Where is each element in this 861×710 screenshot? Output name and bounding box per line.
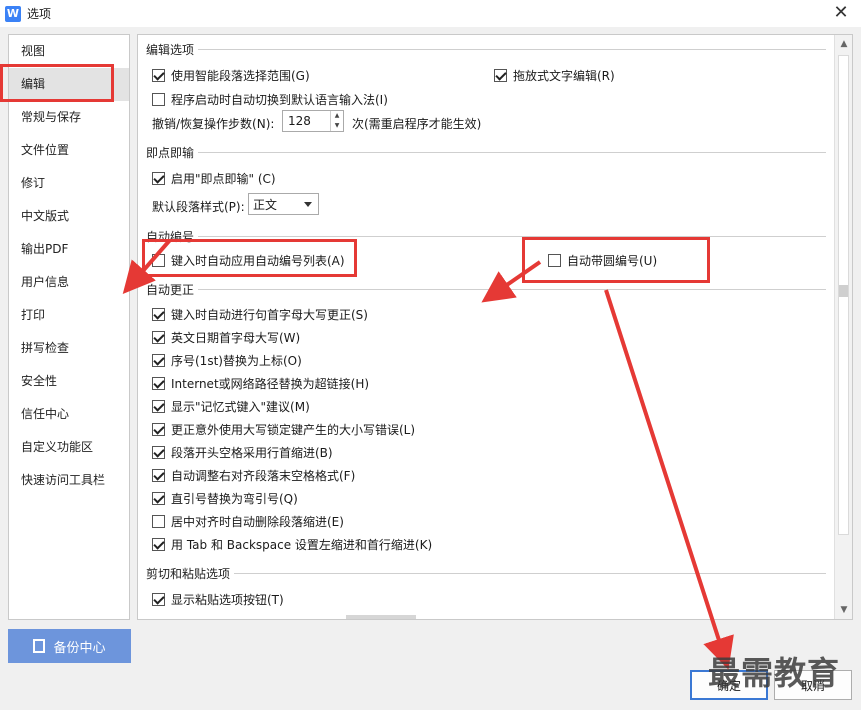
checkbox-box[interactable] — [152, 331, 165, 344]
section-edit-options: 编辑选项 — [146, 41, 826, 58]
scroll-thumb[interactable] — [839, 285, 848, 297]
section-title: 即点即输 — [146, 146, 195, 160]
undo-steps-label: 撤销/恢复操作步数(N): — [152, 117, 275, 131]
drag-edit-checkbox[interactable]: 拖放式文字编辑(R) — [494, 67, 615, 84]
section-title: 剪切和粘贴选项 — [146, 567, 231, 581]
sidebar-item-security[interactable]: 安全性 — [9, 365, 129, 398]
title-bar: W 选项 ✕ — [0, 0, 861, 27]
autocorrect-item[interactable]: 自动调整右对齐段落末空格格式(F) — [152, 467, 355, 484]
smart-select-checkbox[interactable]: 使用智能段落选择范围(G) — [152, 67, 310, 84]
checkbox-label: 显示粘贴选项按钮(T) — [171, 593, 284, 607]
sidebar-item-spellcheck[interactable]: 拼写检查 — [9, 332, 129, 365]
backup-center-button[interactable]: 备份中心 — [8, 629, 131, 663]
watermark: 最需教育 — [708, 654, 841, 692]
section-click-type: 即点即输 — [146, 144, 826, 161]
sidebar-item-trust-center[interactable]: 信任中心 — [9, 398, 129, 431]
sidebar-item-quick-access[interactable]: 快速访问工具栏 — [9, 464, 129, 497]
sidebar-item-file-location[interactable]: 文件位置 — [9, 134, 129, 167]
undo-steps-value[interactable]: 128 — [283, 111, 330, 131]
backup-icon — [33, 639, 46, 653]
section-title: 编辑选项 — [146, 43, 195, 57]
autocorrect-item[interactable]: 序号(1st)替换为上标(O) — [152, 352, 302, 369]
sidebar-item-export-pdf[interactable]: 输出PDF — [9, 233, 129, 266]
section-autocorrect: 自动更正 — [146, 281, 826, 298]
checkbox-box[interactable] — [152, 515, 165, 528]
default-style-value: 正文 — [253, 197, 278, 212]
sidebar-item-revision[interactable]: 修订 — [9, 167, 129, 200]
checkbox-box[interactable] — [152, 593, 165, 606]
checkbox-box[interactable] — [152, 172, 165, 185]
sidebar-item-user-info[interactable]: 用户信息 — [9, 266, 129, 299]
undo-steps-suffix: 次(需重启程序才能生效) — [352, 117, 482, 131]
checkbox-label: Internet或网络路径替换为超链接(H) — [171, 377, 370, 391]
stepper-down-icon[interactable]: ▼ — [331, 121, 343, 131]
checkbox-box[interactable] — [152, 469, 165, 482]
checkbox-label: 自动调整右对齐段落末空格格式(F) — [171, 469, 356, 483]
sidebar-item-print[interactable]: 打印 — [9, 299, 129, 332]
chevron-down-icon — [304, 201, 312, 207]
window-title: 选项 — [27, 7, 52, 21]
autocorrect-item[interactable]: 显示"记忆式键入"建议(M) — [152, 398, 310, 415]
annotation-box-sidebar — [0, 64, 114, 102]
wps-app-icon: W — [5, 5, 21, 22]
show-paste-button-checkbox[interactable]: 显示粘贴选项按钮(T) — [152, 591, 284, 608]
auto-ime-checkbox[interactable]: 程序启动时自动切换到默认语言输入法(I) — [152, 91, 388, 108]
checkbox-label: 键入时自动进行句首字母大写更正(S) — [171, 308, 368, 322]
checkbox-label: 拖放式文字编辑(R) — [513, 69, 615, 83]
stepper-up-icon[interactable]: ▲ — [331, 111, 343, 121]
checkbox-box[interactable] — [152, 93, 165, 106]
checkbox-label: 程序启动时自动切换到默认语言输入法(I) — [171, 93, 388, 107]
default-style-label: 默认段落样式(P): — [152, 200, 245, 214]
checkbox-label: 使用智能段落选择范围(G) — [171, 69, 310, 83]
sidebar-item-general-save[interactable]: 常规与保存 — [9, 101, 129, 134]
undo-steps-stepper[interactable]: 128 ▲ ▼ — [282, 110, 344, 132]
vertical-scrollbar[interactable]: ▲ ▼ — [834, 35, 852, 619]
checkbox-box[interactable] — [152, 423, 165, 436]
autocorrect-item[interactable]: Internet或网络路径替换为超链接(H) — [152, 375, 369, 392]
checkbox-label: 英文日期首字母大写(W) — [171, 331, 301, 345]
edit-options-panel: 编辑选项 使用智能段落选择范围(G) 拖放式文字编辑(R) 程序启动时自动切换到… — [137, 34, 853, 620]
annotation-box-circle-number — [522, 237, 710, 283]
autocorrect-item[interactable]: 英文日期首字母大写(W) — [152, 329, 300, 346]
autocorrect-item[interactable]: 直引号替换为弯引号(Q) — [152, 490, 298, 507]
checkbox-label: 显示"记忆式键入"建议(M) — [171, 400, 310, 414]
autocorrect-item[interactable]: 键入时自动进行句首字母大写更正(S) — [152, 306, 368, 323]
annotation-box-autonumber — [142, 239, 357, 277]
checkbox-box[interactable] — [152, 69, 165, 82]
sidebar-item-customize-ribbon[interactable]: 自定义功能区 — [9, 431, 129, 464]
checkbox-box[interactable] — [152, 308, 165, 321]
checkbox-box[interactable] — [152, 400, 165, 413]
checkbox-box[interactable] — [152, 446, 165, 459]
checkbox-box[interactable] — [152, 354, 165, 367]
checkbox-label: 直引号替换为弯引号(Q) — [171, 492, 298, 506]
click-type-enable-checkbox[interactable]: 启用"即点即输" (C) — [152, 170, 276, 187]
backup-center-label: 备份中心 — [53, 640, 106, 656]
autocorrect-item[interactable]: 更正意外使用大写锁定键产生的大小写错误(L) — [152, 421, 415, 438]
checkbox-label: 序号(1st)替换为上标(O) — [171, 354, 302, 368]
sidebar-item-chinese-layout[interactable]: 中文版式 — [9, 200, 129, 233]
section-title: 自动更正 — [146, 283, 195, 297]
autocorrect-item[interactable]: 居中对齐时自动删除段落缩进(E) — [152, 513, 344, 530]
checkbox-label: 更正意外使用大写锁定键产生的大小写错误(L) — [171, 423, 416, 437]
partial-dropdown — [346, 615, 416, 619]
options-sidebar: 视图 编辑 常规与保存 文件位置 修订 中文版式 输出PDF 用户信息 打印 拼… — [8, 34, 130, 620]
checkbox-box[interactable] — [152, 377, 165, 390]
scroll-down-icon[interactable]: ▼ — [835, 601, 852, 619]
checkbox-label: 启用"即点即输" (C) — [171, 172, 276, 186]
checkbox-box[interactable] — [152, 492, 165, 505]
section-paste: 剪切和粘贴选项 — [146, 565, 826, 582]
checkbox-label: 段落开头空格采用行首缩进(B) — [171, 446, 333, 460]
close-icon[interactable]: ✕ — [831, 3, 851, 23]
autocorrect-item[interactable]: 用 Tab 和 Backspace 设置左缩进和首行缩进(K) — [152, 536, 432, 553]
autocorrect-item[interactable]: 段落开头空格采用行首缩进(B) — [152, 444, 333, 461]
checkbox-label: 用 Tab 和 Backspace 设置左缩进和首行缩进(K) — [171, 538, 433, 552]
checkbox-box[interactable] — [494, 69, 507, 82]
scroll-up-icon[interactable]: ▲ — [835, 35, 852, 53]
checkbox-label: 居中对齐时自动删除段落缩进(E) — [171, 515, 344, 529]
default-style-select[interactable]: 正文 — [248, 193, 319, 215]
checkbox-box[interactable] — [152, 538, 165, 551]
